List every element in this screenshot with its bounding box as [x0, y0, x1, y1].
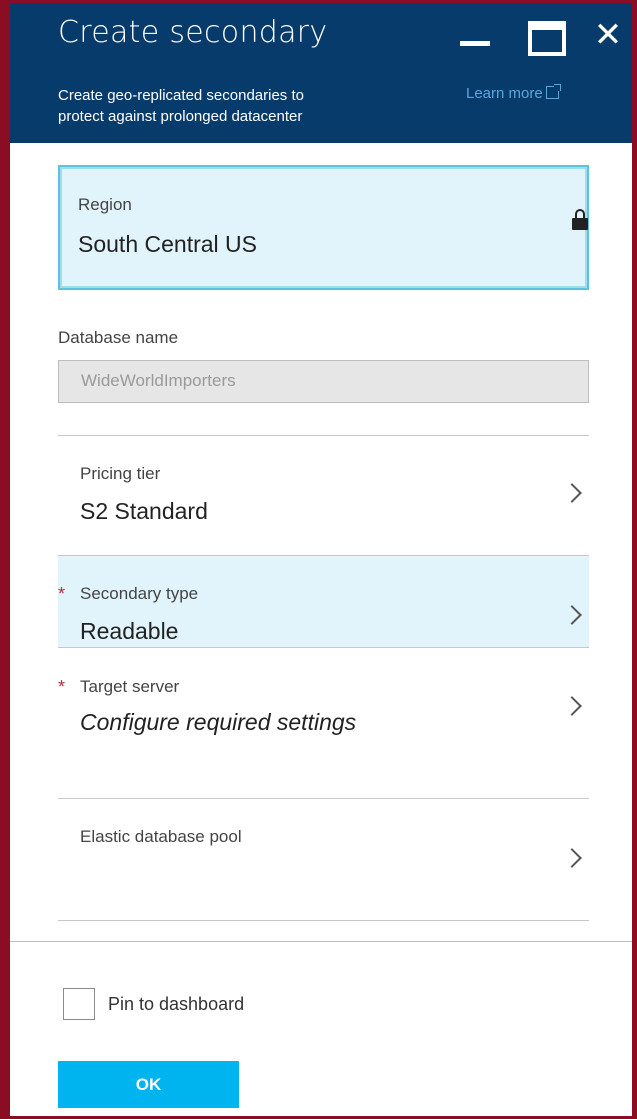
chevron-right-icon [562, 483, 582, 503]
elastic-pool-row[interactable]: Elastic database pool [58, 799, 589, 920]
divider [58, 920, 589, 921]
required-marker: * [58, 584, 66, 604]
elastic-pool-label: Elastic database pool [80, 827, 242, 846]
target-server-label: Target server [80, 677, 180, 696]
pricing-tier-value: S2 Standard [80, 498, 208, 524]
region-field[interactable]: Region South Central US [58, 165, 589, 290]
required-marker: * [58, 677, 66, 697]
region-value: South Central US [78, 231, 257, 257]
learn-more-link[interactable]: Learn more [466, 84, 561, 102]
pricing-tier-label: Pricing tier [80, 464, 161, 483]
ok-button[interactable]: OK [58, 1061, 239, 1108]
blade-title: Create secondary [58, 15, 328, 50]
database-name-field: WideWorldImporters [58, 360, 589, 403]
pin-to-dashboard-checkbox[interactable] [63, 988, 95, 1020]
minimize-icon[interactable] [458, 15, 492, 55]
blade-subtitle: Create geo-replicated secondaries to pro… [58, 85, 438, 127]
secondary-type-row[interactable]: * Secondary type Readable [58, 556, 589, 647]
pricing-tier-row[interactable]: Pricing tier S2 Standard [58, 436, 589, 555]
chevron-right-icon [562, 696, 582, 716]
pin-to-dashboard-label[interactable]: Pin to dashboard [108, 994, 244, 1015]
close-icon[interactable]: ✕ [590, 15, 626, 55]
subtitle-line-1: Create geo-replicated secondaries to [58, 87, 304, 104]
lock-icon [572, 209, 588, 231]
target-server-value: Configure required settings [80, 709, 357, 735]
learn-more-label: Learn more [466, 85, 543, 102]
chevron-right-icon [562, 605, 582, 625]
target-server-row[interactable]: * Target server Configure required setti… [58, 677, 589, 797]
maximize-icon[interactable] [524, 15, 566, 56]
external-link-icon [545, 84, 561, 99]
divider [58, 647, 589, 648]
secondary-type-label: Secondary type [80, 584, 199, 603]
blade-header: Create secondary ✕ Create geo-replicated… [10, 3, 632, 143]
region-label: Region [78, 195, 132, 214]
database-name-label: Database name [58, 328, 179, 347]
chevron-right-icon [562, 848, 582, 868]
secondary-type-value: Readable [80, 618, 179, 644]
footer-separator [10, 941, 632, 942]
subtitle-line-2: protect against prolonged datacenter [58, 108, 303, 125]
